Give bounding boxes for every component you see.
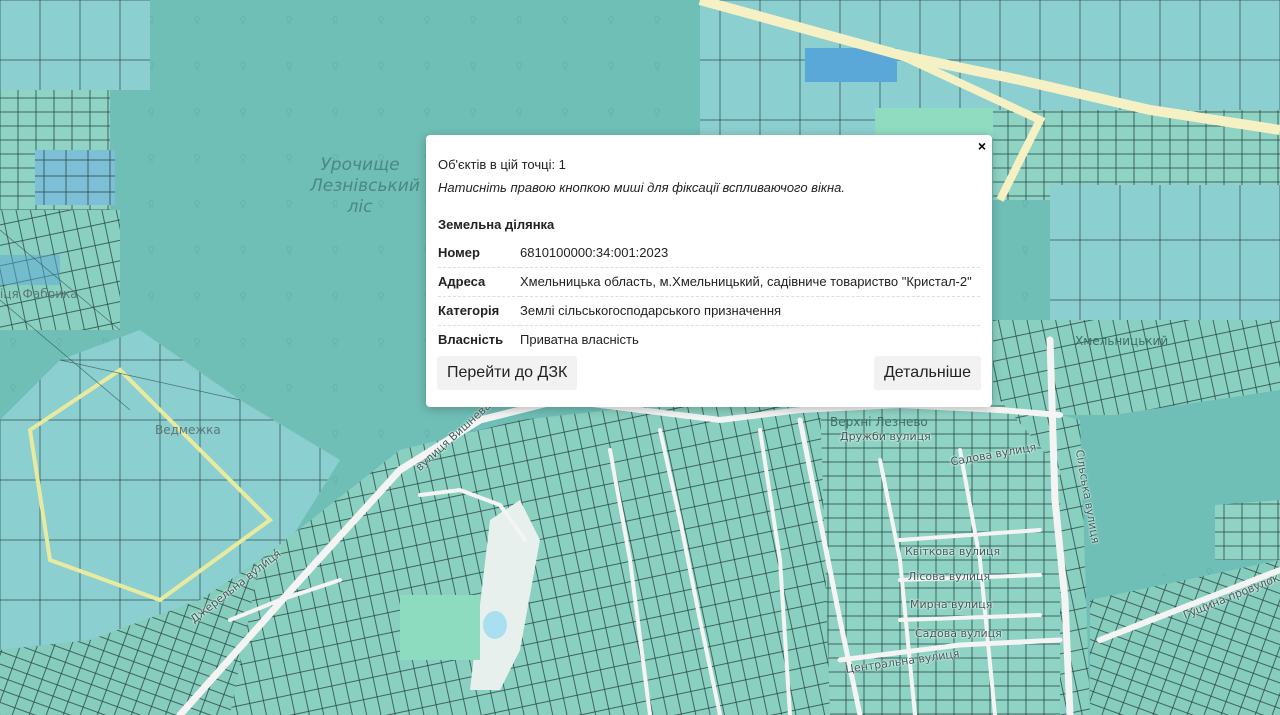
row-value-category: Землі сільськогосподарського призначення xyxy=(520,296,980,326)
row-key-address: Адреса xyxy=(438,267,520,297)
row-key-ownership: Власність xyxy=(438,332,504,347)
row-key-category: Категорія xyxy=(438,296,520,326)
table-row: Категорія Землі сільськогосподарського п… xyxy=(438,296,980,326)
parcels-right xyxy=(1080,390,1280,715)
table-row: Власність Приватна власність xyxy=(438,326,980,355)
row-value-ownership: Приватна власність xyxy=(520,332,639,347)
row-value-number: 6810100000:34:001:2023 xyxy=(520,239,980,268)
details-button[interactable]: Детальніше xyxy=(873,356,981,390)
parcel-info-popup[interactable]: × Об'єктів в цій точці: 1 Натисніть прав… xyxy=(426,135,992,407)
close-icon[interactable]: × xyxy=(978,139,986,153)
table-row: Номер 6810100000:34:001:2023 xyxy=(438,239,980,268)
go-to-dzk-button[interactable]: Перейти до ДЗК xyxy=(437,356,578,390)
table-row: Адреса Хмельницька область, м.Хмельницьк… xyxy=(438,267,980,297)
parcel-attributes-table: Номер 6810100000:34:001:2023 Адреса Хмел… xyxy=(438,239,980,354)
objects-count: Об'єктів в цій точці: 1 xyxy=(438,157,566,172)
row-key-number: Номер xyxy=(438,239,520,268)
section-title: Земельна ділянка xyxy=(438,217,555,232)
popup-hint: Натисніть правою кнопкою миші для фіксац… xyxy=(438,180,845,195)
row-value-address: Хмельницька область, м.Хмельницький, сад… xyxy=(520,267,980,297)
